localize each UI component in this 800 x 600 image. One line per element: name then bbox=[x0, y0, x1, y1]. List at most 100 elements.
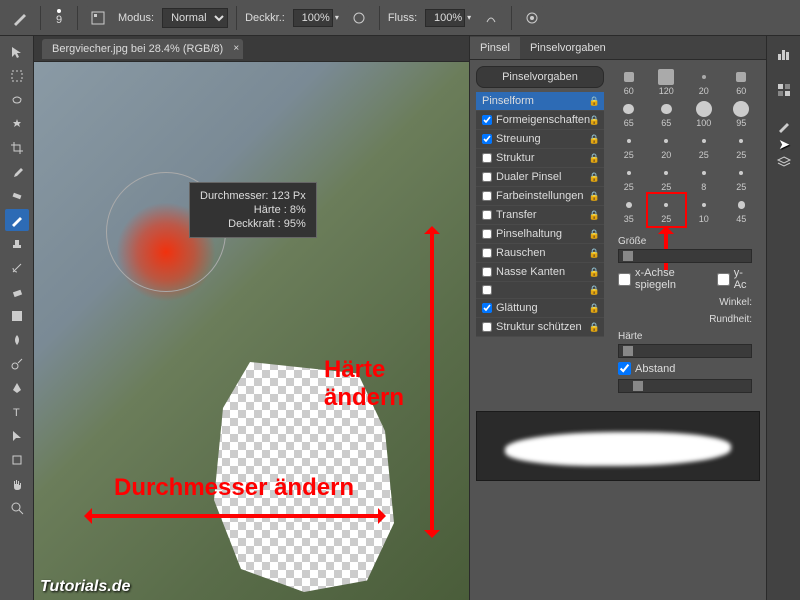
shape-checkbox[interactable] bbox=[482, 115, 492, 125]
shape-checkbox[interactable] bbox=[482, 191, 492, 201]
shape-checkbox[interactable] bbox=[482, 134, 492, 144]
abstand-checkbox[interactable] bbox=[618, 362, 631, 375]
brush-preset[interactable]: 25 bbox=[648, 162, 686, 194]
brush-preset[interactable]: 25 bbox=[610, 162, 648, 194]
shape-checkbox[interactable] bbox=[482, 172, 492, 182]
shape-option[interactable]: Struktur schützen🔒 bbox=[476, 318, 604, 337]
spacing-slider[interactable] bbox=[618, 379, 752, 393]
brush-preset[interactable]: 8 bbox=[685, 162, 723, 194]
shape-option[interactable]: Glättung🔒 bbox=[476, 299, 604, 318]
mouse-cursor: ➤ bbox=[778, 136, 790, 153]
brush-preset[interactable]: 120 bbox=[648, 66, 686, 98]
lock-icon: 🔒 bbox=[589, 191, 600, 202]
flip-y-checkbox[interactable] bbox=[717, 273, 730, 286]
pressure-opacity-icon[interactable] bbox=[347, 6, 371, 30]
opacity-label: Deckkr.: bbox=[245, 12, 285, 24]
brush-panel-toggle[interactable] bbox=[86, 6, 110, 30]
brush-preset[interactable]: 25 bbox=[685, 130, 723, 162]
brush-preset[interactable]: 25 bbox=[610, 130, 648, 162]
shape-checkbox[interactable] bbox=[482, 153, 492, 163]
brush-presets-icon[interactable] bbox=[774, 116, 794, 136]
type-tool[interactable]: T bbox=[5, 401, 29, 423]
shape-option[interactable]: Dualer Pinsel🔒 bbox=[476, 168, 604, 187]
hardness-slider[interactable] bbox=[618, 344, 752, 358]
shape-checkbox[interactable] bbox=[482, 322, 492, 332]
gradient-tool[interactable] bbox=[5, 305, 29, 327]
flip-x-checkbox[interactable] bbox=[618, 273, 631, 286]
brush-tool[interactable] bbox=[5, 209, 29, 231]
brush-preset[interactable]: 60 bbox=[723, 66, 761, 98]
blur-tool[interactable] bbox=[5, 329, 29, 351]
swatches-icon[interactable] bbox=[774, 80, 794, 100]
dodge-tool[interactable] bbox=[5, 353, 29, 375]
hand-tool[interactable] bbox=[5, 473, 29, 495]
shape-option[interactable]: Struktur🔒 bbox=[476, 149, 604, 168]
brush-preset[interactable]: 100 bbox=[685, 98, 723, 130]
brush-preset[interactable]: 65 bbox=[610, 98, 648, 130]
path-select-tool[interactable] bbox=[5, 425, 29, 447]
histogram-icon[interactable] bbox=[774, 44, 794, 64]
lasso-tool[interactable] bbox=[5, 89, 29, 111]
brush-preset[interactable]: 20 bbox=[685, 66, 723, 98]
lock-icon: 🔒 bbox=[589, 115, 600, 126]
history-brush-tool[interactable] bbox=[5, 257, 29, 279]
opacity-input[interactable] bbox=[293, 9, 333, 27]
close-icon[interactable]: × bbox=[233, 43, 239, 54]
zoom-tool[interactable] bbox=[5, 497, 29, 519]
tab-pinsel[interactable]: Pinsel bbox=[470, 37, 520, 59]
airbrush-icon[interactable] bbox=[479, 6, 503, 30]
shape-checkbox[interactable] bbox=[482, 210, 492, 220]
canvas[interactable]: Durchmesser: 123 Px Härte : 8% Deckkraft… bbox=[34, 62, 469, 600]
wand-tool[interactable] bbox=[5, 113, 29, 135]
shape-option[interactable]: Streuung🔒 bbox=[476, 130, 604, 149]
mode-select[interactable]: Normal bbox=[162, 8, 228, 28]
brush-icon[interactable] bbox=[8, 6, 32, 30]
shape-checkbox[interactable] bbox=[482, 248, 492, 258]
lock-icon: 🔒 bbox=[589, 210, 600, 221]
pinselvorgaben-button[interactable]: Pinselvorgaben bbox=[476, 66, 604, 88]
brush-preset[interactable]: 25 bbox=[723, 130, 761, 162]
brush-preset[interactable]: 35 bbox=[610, 194, 648, 226]
shape-option[interactable]: Transfer🔒 bbox=[476, 206, 604, 225]
layers-icon[interactable] bbox=[774, 152, 794, 172]
document-tab[interactable]: Bergviecher.jpg bei 28.4% (RGB/8) × bbox=[42, 39, 243, 59]
brush-size-preview[interactable]: 9 bbox=[49, 8, 69, 28]
shape-tool[interactable] bbox=[5, 449, 29, 471]
brush-preset[interactable]: 65 bbox=[648, 98, 686, 130]
shape-option[interactable]: 🔒 bbox=[476, 282, 604, 299]
lock-icon: 🔒 bbox=[589, 285, 600, 296]
flow-input[interactable] bbox=[425, 9, 465, 27]
brush-preset[interactable]: 60 bbox=[610, 66, 648, 98]
shape-checkbox[interactable] bbox=[482, 267, 492, 277]
stamp-tool[interactable] bbox=[5, 233, 29, 255]
tab-pinselvorgaben[interactable]: Pinselvorgaben bbox=[520, 37, 616, 59]
eyedropper-tool[interactable] bbox=[5, 161, 29, 183]
horizontal-arrow bbox=[90, 514, 380, 518]
shape-option[interactable]: Pinselform🔒 bbox=[476, 92, 604, 111]
brush-preset[interactable]: 95 bbox=[723, 98, 761, 130]
crop-tool[interactable] bbox=[5, 137, 29, 159]
size-slider[interactable] bbox=[618, 249, 752, 263]
shape-option[interactable]: Nasse Kanten🔒 bbox=[476, 263, 604, 282]
pen-tool[interactable] bbox=[5, 377, 29, 399]
heal-tool[interactable] bbox=[5, 185, 29, 207]
shape-checkbox[interactable] bbox=[482, 303, 492, 313]
brush-preset[interactable]: 25 bbox=[648, 194, 686, 226]
pressure-size-icon[interactable] bbox=[520, 6, 544, 30]
lock-icon: 🔒 bbox=[589, 96, 600, 107]
shape-option[interactable]: Farbeinstellungen🔒 bbox=[476, 187, 604, 206]
brush-preset[interactable]: 25 bbox=[723, 162, 761, 194]
shape-option[interactable]: Formeigenschaften🔒 bbox=[476, 111, 604, 130]
brush-preset[interactable]: 10 bbox=[685, 194, 723, 226]
brush-shape-list: Pinselvorgaben Pinselform🔒Formeigenschaf… bbox=[476, 66, 604, 399]
shape-option[interactable]: Rauschen🔒 bbox=[476, 244, 604, 263]
marquee-tool[interactable] bbox=[5, 65, 29, 87]
brush-preset[interactable]: 20 bbox=[648, 130, 686, 162]
shape-option[interactable]: Pinselhaltung🔒 bbox=[476, 225, 604, 244]
eraser-tool[interactable] bbox=[5, 281, 29, 303]
brush-preset[interactable]: 45 bbox=[723, 194, 761, 226]
shape-checkbox[interactable] bbox=[482, 285, 492, 295]
shape-checkbox[interactable] bbox=[482, 229, 492, 239]
move-tool[interactable] bbox=[5, 41, 29, 63]
grosse-label: Größe bbox=[618, 236, 752, 247]
